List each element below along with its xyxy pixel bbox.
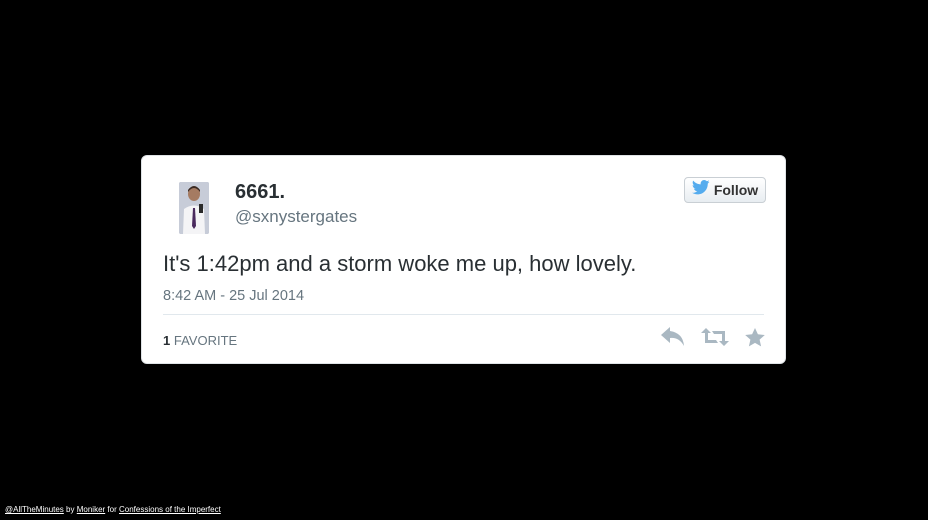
author-link[interactable]: Moniker: [77, 505, 105, 514]
twitter-bird-icon: [691, 180, 710, 200]
tweet-card: 6661. @sxnystergates Follow It's 1:42pm …: [141, 155, 786, 364]
credit-line: @AllTheMinutes by Moniker for Confession…: [5, 505, 221, 515]
follow-label: Follow: [713, 182, 759, 198]
avatar-photo: [179, 182, 209, 234]
credit-by: by: [66, 505, 75, 514]
retweet-icon[interactable]: [701, 328, 729, 351]
avatar[interactable]: [179, 182, 209, 234]
star-icon[interactable]: [745, 327, 765, 352]
project-link[interactable]: Confessions of the Imperfect: [119, 505, 221, 514]
follow-button[interactable]: Follow: [684, 177, 766, 203]
favorites-count: 1: [163, 333, 171, 348]
favorites-stat[interactable]: 1 FAVORITE: [163, 333, 237, 349]
tweet-text: It's 1:42pm and a storm woke me up, how …: [163, 251, 637, 276]
account-link[interactable]: @AllTheMinutes: [5, 505, 64, 514]
display-name[interactable]: 6661.: [235, 180, 285, 204]
reply-icon[interactable]: [661, 327, 685, 352]
credit-for: for: [107, 505, 117, 514]
divider: [163, 314, 764, 315]
tweet-actions: [661, 327, 765, 352]
user-handle[interactable]: @sxnystergates: [235, 207, 357, 227]
favorites-label: FAVORITE: [173, 333, 238, 348]
tweet-timestamp[interactable]: 8:42 AM - 25 Jul 2014: [163, 287, 304, 305]
